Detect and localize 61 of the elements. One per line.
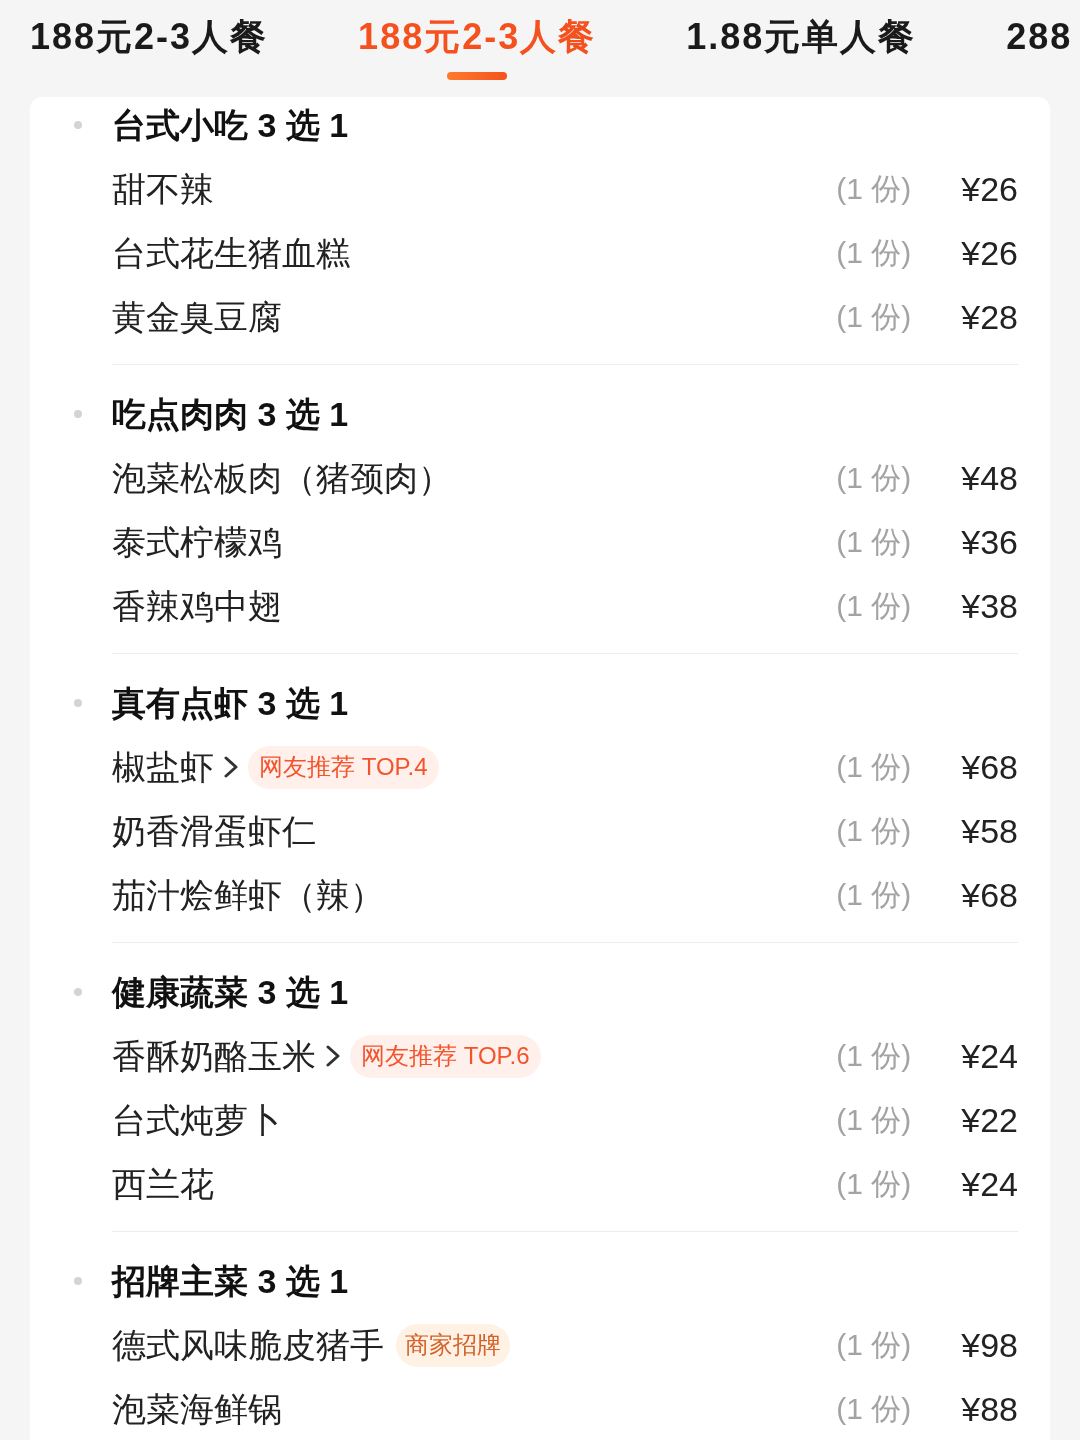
price-text: ¥26 <box>961 172 1018 206</box>
dish-name: 黄金臭豆腐 <box>112 300 282 334</box>
recommend-tag: 网友推荐 TOP.4 <box>248 745 439 789</box>
dish-name: 西兰花 <box>112 1167 214 1201</box>
bullet-icon <box>74 988 82 996</box>
portion-text: (1 份) <box>836 752 912 782</box>
recommend-tag: 网友推荐 TOP.6 <box>350 1034 541 1078</box>
portion-text: (1 份) <box>836 1105 912 1135</box>
group-title: 健康蔬菜 3 选 1 <box>112 975 349 1009</box>
price-text: ¥48 <box>961 461 1018 495</box>
tab[interactable]: 1.88元单人餐 <box>686 0 917 86</box>
portion-text: (1 份) <box>836 1169 912 1199</box>
dish-name: 台式花生猪血糕 <box>112 236 350 270</box>
chevron-right-icon[interactable] <box>326 1045 340 1067</box>
tab[interactable]: 188元2-3人餐 <box>30 0 269 86</box>
dish-name: 甜不辣 <box>112 172 214 206</box>
portion-text: (1 份) <box>836 238 912 268</box>
group-title: 台式小吃 3 选 1 <box>112 108 349 142</box>
portion-text: (1 份) <box>836 174 912 204</box>
bullet-icon <box>74 1277 82 1285</box>
dish-name: 泡菜松板肉（猪颈肉） <box>112 461 452 495</box>
group-title: 吃点肉肉 3 选 1 <box>112 397 349 431</box>
dish-name: 台式炖萝卜 <box>112 1103 282 1137</box>
price-text: ¥22 <box>961 1103 1018 1137</box>
active-tab-indicator <box>447 72 508 80</box>
portion-text: (1 份) <box>836 1041 912 1071</box>
portion-text: (1 份) <box>836 816 912 846</box>
portion-text: (1 份) <box>836 527 912 557</box>
price-text: ¥68 <box>961 878 1018 912</box>
bullet-icon <box>74 699 82 707</box>
dish-name: 香酥奶酪玉米 <box>112 1039 316 1073</box>
price-text: ¥88 <box>961 1392 1018 1426</box>
portion-text: (1 份) <box>836 463 912 493</box>
price-text: ¥58 <box>961 814 1018 848</box>
group-title: 招牌主菜 3 选 1 <box>112 1264 349 1298</box>
portion-text: (1 份) <box>836 302 912 332</box>
price-text: ¥24 <box>961 1167 1018 1201</box>
dish-name: 椒盐虾 <box>112 750 214 784</box>
signature-tag: 商家招牌 <box>396 1323 510 1367</box>
portion-text: (1 份) <box>836 1394 912 1424</box>
portion-text: (1 份) <box>836 1330 912 1360</box>
portion-text: (1 份) <box>836 591 912 621</box>
chevron-right-icon[interactable] <box>224 756 238 778</box>
dish-name: 泰式柠檬鸡 <box>112 525 282 559</box>
price-text: ¥26 <box>961 236 1018 270</box>
dish-name: 泡菜海鲜锅 <box>112 1392 282 1426</box>
portion-text: (1 份) <box>836 880 912 910</box>
dish-name: 奶香滑蛋虾仁 <box>112 814 316 848</box>
tab[interactable]: 288 <box>1006 0 1073 86</box>
price-text: ¥24 <box>961 1039 1018 1073</box>
price-text: ¥38 <box>961 589 1018 623</box>
dish-name: 德式风味脆皮猪手 <box>112 1328 384 1362</box>
bullet-icon <box>74 121 82 129</box>
dish-name: 香辣鸡中翅 <box>112 589 282 623</box>
price-text: ¥98 <box>961 1328 1018 1362</box>
group-title: 真有点虾 3 选 1 <box>112 686 349 720</box>
price-text: ¥36 <box>961 525 1018 559</box>
price-text: ¥28 <box>961 300 1018 334</box>
dish-name: 茄汁烩鲜虾（辣） <box>112 878 384 912</box>
bullet-icon <box>74 410 82 418</box>
price-text: ¥68 <box>961 750 1018 784</box>
